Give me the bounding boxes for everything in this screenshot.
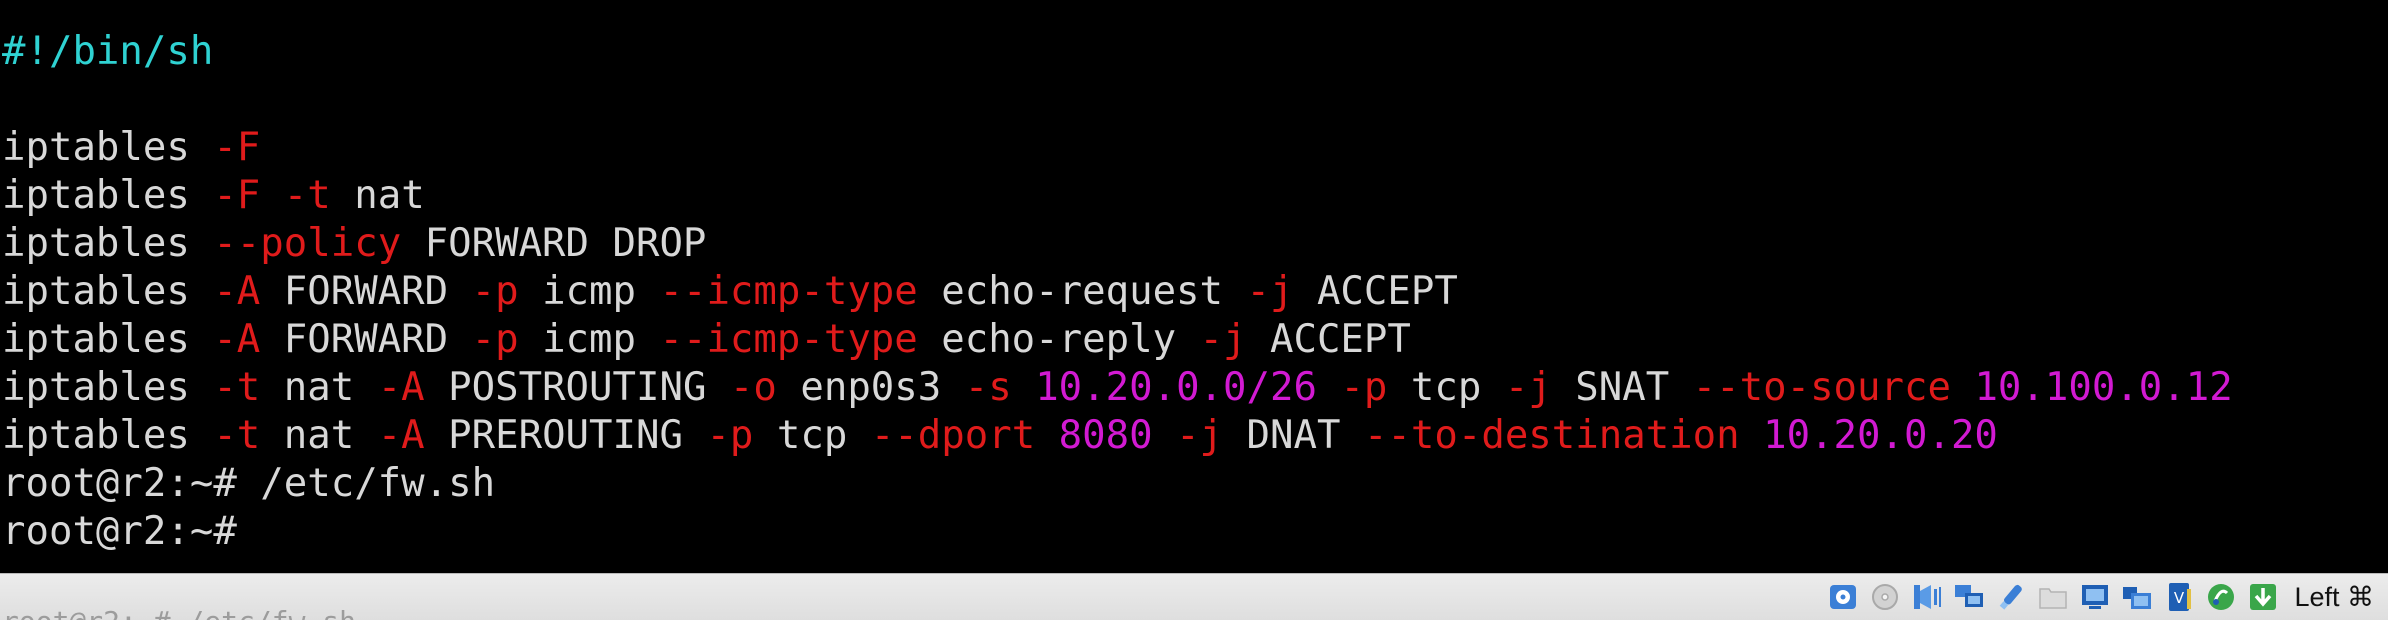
terminal-token-text xyxy=(1317,365,1340,410)
terminal-token-text: echo-request xyxy=(917,269,1247,314)
terminal-token-text: ACCEPT xyxy=(1246,317,1411,362)
terminal-token-text xyxy=(1012,365,1035,410)
terminal-token-text: nat xyxy=(260,365,378,410)
terminal-token-flag: --dport xyxy=(870,413,1036,458)
terminal-line: root@r2:~# xyxy=(0,508,2388,556)
usb-icon[interactable] xyxy=(1994,580,2028,614)
terminal-token-flag: -j xyxy=(1504,365,1552,410)
terminal-token-shebang: #!/bin/sh xyxy=(2,29,214,74)
terminal-token-number: 10.20.0.20 xyxy=(1763,413,1998,458)
hard-disk-icon[interactable] xyxy=(1826,580,1860,614)
terminal-token-text: DNAT xyxy=(1223,413,1364,458)
terminal-token-text: iptables xyxy=(2,269,214,314)
terminal-token-flag: -p xyxy=(471,317,519,362)
video-capture-icon[interactable] xyxy=(2120,580,2154,614)
terminal-token-flag: -A xyxy=(377,413,425,458)
terminal-token-text xyxy=(1951,365,1974,410)
audio-icon[interactable] xyxy=(1910,580,1944,614)
terminal-token-text: tcp xyxy=(753,413,871,458)
terminal-token-flag: --policy xyxy=(213,221,402,266)
optical-drive-icon[interactable] xyxy=(1868,580,1902,614)
terminal-token-text: enp0s3 xyxy=(776,365,965,410)
terminal-token-text: iptables xyxy=(2,365,214,410)
terminal-token-text: iptables xyxy=(2,221,214,266)
terminal-token-flag: -p xyxy=(471,269,519,314)
terminal-token-flag: -t xyxy=(213,413,261,458)
terminal-line: root@r2:~# /etc/fw.sh xyxy=(0,460,2388,508)
terminal-line: iptables -F -t nat xyxy=(0,172,2388,220)
terminal-line: iptables -A FORWARD -p icmp --icmp-type … xyxy=(0,268,2388,316)
terminal-token-text: PREROUTING xyxy=(424,413,707,458)
terminal-token-text xyxy=(1740,413,1763,458)
terminal-token-text: nat xyxy=(330,173,425,218)
terminal-token-flag: -t xyxy=(213,365,261,410)
terminal-token-text: SNAT xyxy=(1551,365,1693,410)
terminal-token-flag: --icmp-type xyxy=(659,269,918,314)
obscured-console-text: root@r2:~# /etc/fw.sh xyxy=(2,605,356,620)
terminal-token-text: iptables xyxy=(2,413,214,458)
keyboard-capture-icon[interactable] xyxy=(2246,580,2280,614)
terminal-token-text xyxy=(1035,413,1058,458)
terminal-token-flag: -p xyxy=(1340,365,1388,410)
display-icon[interactable] xyxy=(2078,580,2112,614)
terminal-line: iptables -A FORWARD -p icmp --icmp-type … xyxy=(0,316,2388,364)
terminal-console[interactable]: #!/bin/sh iptables -F iptables -F -t nat i… xyxy=(0,28,2388,573)
vm-display[interactable]: #!/bin/sh iptables -F iptables -F -t nat i… xyxy=(0,0,2388,620)
network-icon[interactable] xyxy=(1952,580,1986,614)
terminal-token-flag: -j xyxy=(1246,269,1294,314)
terminal-token-flag: -o xyxy=(729,365,777,410)
terminal-token-text: iptables xyxy=(2,125,214,170)
terminal-token-text: icmp xyxy=(518,269,660,314)
terminal-token-text: ACCEPT xyxy=(1293,269,1458,314)
terminal-token-text: icmp xyxy=(518,317,660,362)
terminal-line: iptables -F xyxy=(0,124,2388,172)
terminal-token-text: iptables xyxy=(2,317,214,362)
terminal-token-flag: --to-source xyxy=(1692,365,1951,410)
terminal-token-flag: -F xyxy=(213,173,261,218)
terminal-token-text xyxy=(1153,413,1176,458)
terminal-token-text: FORWARD xyxy=(260,317,472,362)
vm-status-bar: root@r2:~# /etc/fw.sh xyxy=(0,573,2388,620)
terminal-token-flag: --to-destination xyxy=(1363,413,1740,458)
mouse-integration-icon[interactable] xyxy=(2204,580,2238,614)
terminal-token-text: iptables xyxy=(2,173,214,218)
terminal-token-number: 10.20.0.0/26 xyxy=(1035,365,1317,410)
device-indicator-tray: V Left ⌘ xyxy=(1826,578,2374,616)
terminal-token-number: 8080 xyxy=(1058,413,1153,458)
terminal-token-text: tcp xyxy=(1387,365,1505,410)
terminal-token-flag: -F xyxy=(213,125,261,170)
terminal-token-flag: -A xyxy=(377,365,425,410)
terminal-token-text: FORWARD DROP xyxy=(401,221,707,266)
terminal-token-text: POSTROUTING xyxy=(424,365,730,410)
terminal-token-text: FORWARD xyxy=(260,269,472,314)
shared-folders-icon[interactable] xyxy=(2036,580,2070,614)
terminal-token-flag: -A xyxy=(213,269,261,314)
terminal-token-flag: -t xyxy=(283,173,331,218)
terminal-token-flag: -s xyxy=(964,365,1012,410)
terminal-token-text: nat xyxy=(260,413,378,458)
terminal-token-flag: -p xyxy=(706,413,754,458)
terminal-token-flag: --icmp-type xyxy=(659,317,918,362)
cpu-icon[interactable]: V xyxy=(2162,580,2196,614)
terminal-token-flag: -j xyxy=(1199,317,1247,362)
terminal-token-flag: -j xyxy=(1176,413,1224,458)
terminal-line: iptables --policy FORWARD DROP xyxy=(0,220,2388,268)
terminal-token-text: echo-reply xyxy=(917,317,1200,362)
terminal-line: #!/bin/sh xyxy=(0,28,2388,76)
terminal-token-number: 10.100.0.12 xyxy=(1974,365,2233,410)
terminal-token-text: root@r2:~# xyxy=(2,509,237,554)
host-key-label[interactable]: Left ⌘ xyxy=(2294,582,2374,613)
terminal-token-text: root@r2:~# /etc/fw.sh xyxy=(2,461,496,506)
terminal-token-text xyxy=(260,173,283,218)
terminal-line: iptables -t nat -A POSTROUTING -o enp0s3… xyxy=(0,364,2388,412)
terminal-line: iptables -t nat -A PREROUTING -p tcp --d… xyxy=(0,412,2388,460)
svg-text:V: V xyxy=(2174,589,2185,607)
terminal-token-flag: -A xyxy=(213,317,261,362)
